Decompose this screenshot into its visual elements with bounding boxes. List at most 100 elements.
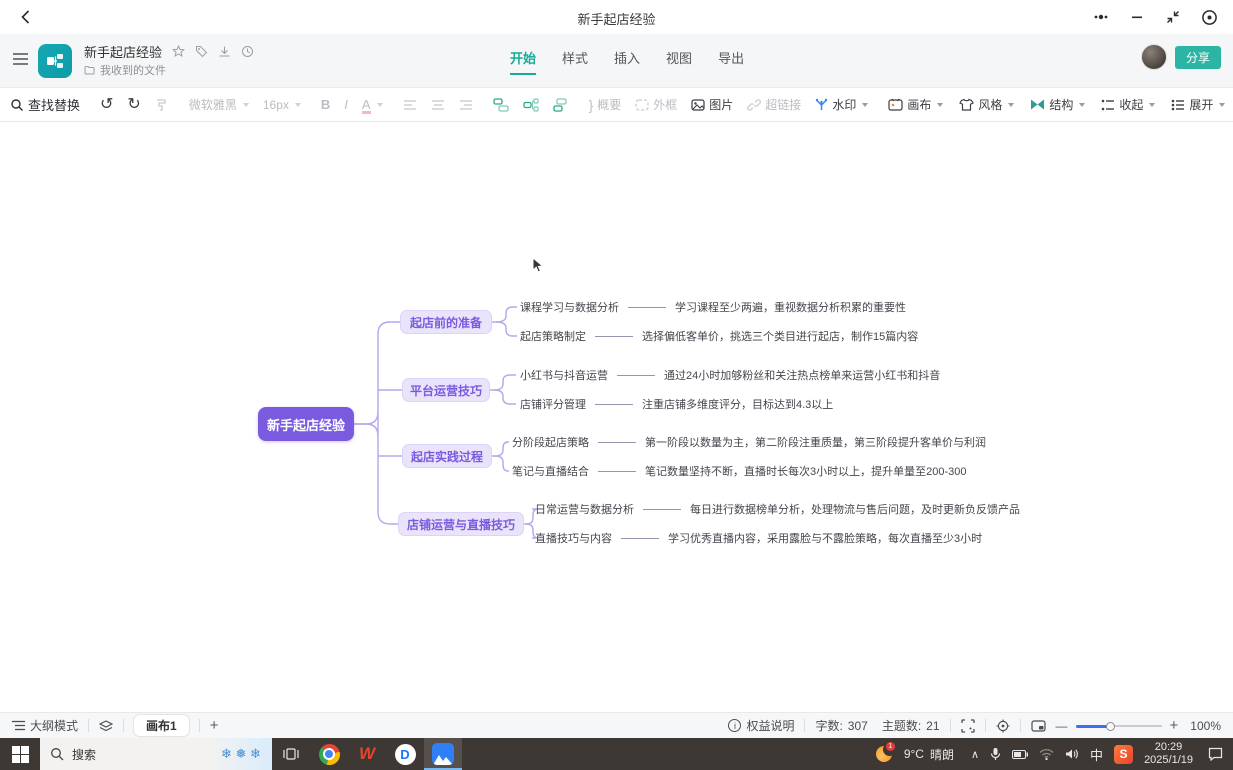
tab-style[interactable]: 样式: [562, 48, 588, 75]
mindmap-subtopic-row[interactable]: 小红书与抖音运营 通过24小时加够粉丝和关注热点榜单来运营小红书和抖音: [520, 367, 940, 383]
bold-button[interactable]: B: [321, 97, 330, 112]
zoom-slider[interactable]: [1076, 721, 1162, 731]
locate-center-icon[interactable]: [996, 719, 1010, 733]
mindmap-branch-node[interactable]: 平台运营技巧: [402, 378, 490, 402]
structure-menu-button[interactable]: 结构: [1030, 96, 1085, 113]
mindmap-subtopic-row[interactable]: 直播技巧与内容 学习优秀直播内容，采用露脸与不露脸策略，每次直播至少3小时: [535, 530, 982, 546]
more-options-icon[interactable]: [1091, 7, 1111, 27]
find-replace-button[interactable]: 查找替换: [10, 95, 80, 114]
mindmap-branch-node[interactable]: 店铺运营与直播技巧: [398, 512, 524, 536]
mindmap-branch-node[interactable]: 起店实践过程: [402, 444, 492, 468]
zoom-in-button[interactable]: +: [1170, 717, 1179, 734]
frame-button[interactable]: 外框: [635, 96, 677, 113]
subtopic-detail[interactable]: 学习课程至少两遍，重视数据分析积累的重要性: [675, 299, 906, 315]
font-size-select[interactable]: 16px: [263, 98, 301, 112]
user-avatar[interactable]: [1141, 44, 1167, 70]
wifi-icon[interactable]: [1039, 749, 1054, 760]
minimize-icon[interactable]: [1127, 7, 1147, 27]
align-left-icon[interactable]: [403, 99, 417, 111]
task-view-button[interactable]: [272, 738, 310, 770]
rights-info-button[interactable]: i 权益说明: [728, 717, 794, 734]
font-family-select[interactable]: 微软雅黑: [189, 96, 249, 113]
subtopic-label[interactable]: 小红书与抖音运营: [520, 367, 608, 383]
mindmap-subtopic-row[interactable]: 起店策略制定 选择偏低客单价，挑选三个类目进行起店，制作15篇内容: [520, 328, 918, 344]
subtopic-detail[interactable]: 学习优秀直播内容，采用露脸与不露脸策略，每次直播至少3小时: [668, 530, 982, 546]
ime-indicator[interactable]: 中: [1090, 745, 1103, 764]
tag-icon[interactable]: [195, 45, 208, 58]
history-icon[interactable]: [241, 45, 254, 58]
subtopic-label[interactable]: 店铺评分管理: [520, 396, 586, 412]
font-color-button[interactable]: A: [362, 97, 383, 112]
hyperlink-button[interactable]: 超链接: [747, 96, 801, 113]
share-button[interactable]: 分享: [1175, 46, 1221, 69]
subtopic-label[interactable]: 分阶段起店策略: [512, 434, 589, 450]
format-painter-icon[interactable]: [155, 98, 169, 112]
weather-widget-snowflakes[interactable]: ❄ ❅ ❄: [210, 738, 272, 770]
fit-screen-icon[interactable]: [961, 719, 975, 733]
collapse-menu-button[interactable]: 收起: [1101, 96, 1155, 113]
canvas-menu-button[interactable]: 画布: [888, 96, 943, 113]
record-target-icon[interactable]: [1199, 7, 1219, 27]
insert-child-topic-icon[interactable]: [523, 98, 539, 112]
subtopic-label[interactable]: 起店策略制定: [520, 328, 586, 344]
add-canvas-button[interactable]: +: [210, 717, 219, 734]
notification-center-icon[interactable]: [1208, 747, 1223, 761]
subtopic-label[interactable]: 课程学习与数据分析: [520, 299, 619, 315]
tab-export[interactable]: 导出: [718, 48, 744, 75]
mindmap-subtopic-row[interactable]: 课程学习与数据分析 学习课程至少两遍，重视数据分析积累的重要性: [520, 299, 906, 315]
subtopic-label[interactable]: 日常运营与数据分析: [535, 501, 634, 517]
summary-button[interactable]: }概要: [589, 96, 622, 113]
mindmap-root-node[interactable]: 新手起店经验: [258, 407, 354, 441]
start-button[interactable]: [0, 738, 40, 770]
weather-icon[interactable]: 1: [875, 745, 893, 763]
download-icon[interactable]: [218, 45, 231, 58]
subtopic-label[interactable]: 直播技巧与内容: [535, 530, 612, 546]
document-title[interactable]: 新手起店经验: [84, 42, 162, 61]
insert-sibling-topic-icon[interactable]: [493, 98, 509, 112]
taskbar-search-input[interactable]: 搜索 ❄ ❅ ❄: [40, 738, 272, 770]
mindmap-subtopic-row[interactable]: 分阶段起店策略 第一阶段以数量为主，第二阶段注重质量，第三阶段提升客单价与利润: [512, 434, 986, 450]
subtopic-detail[interactable]: 通过24小时加够粉丝和关注热点榜单来运营小红书和抖音: [664, 367, 940, 383]
zoom-out-button[interactable]: —: [1056, 719, 1068, 733]
image-button[interactable]: 图片: [691, 96, 733, 113]
folder-label[interactable]: 我收到的文件: [100, 62, 166, 78]
favorite-star-icon[interactable]: [172, 45, 185, 58]
mindmap-branch-node[interactable]: 起店前的准备: [400, 310, 492, 334]
align-center-icon[interactable]: [431, 99, 445, 111]
chrome-icon[interactable]: [310, 738, 348, 770]
subtopic-detail[interactable]: 第一阶段以数量为主，第二阶段注重质量，第三阶段提升客单价与利润: [645, 434, 986, 450]
undo-icon[interactable]: ↺: [100, 97, 113, 113]
mindmap-canvas[interactable]: 新手起店经验 起店前的准备 平台运营技巧 起店实践过程 店铺运营与直播技巧 课程…: [0, 122, 1233, 712]
tab-insert[interactable]: 插入: [614, 48, 640, 75]
mindmap-subtopic-row[interactable]: 店铺评分管理 注重店铺多维度评分，目标达到4.3以上: [520, 396, 833, 412]
menu-icon[interactable]: [12, 52, 29, 66]
subtopic-detail[interactable]: 每日进行数据榜单分析，处理物流与售后问题，及时更新负反馈产品: [690, 501, 1020, 517]
speaker-icon[interactable]: [1065, 748, 1079, 760]
layers-icon[interactable]: [99, 720, 113, 732]
taskbar-clock[interactable]: 20:29 2025/1/19: [1144, 741, 1193, 767]
battery-icon[interactable]: [1012, 750, 1028, 759]
subtopic-detail[interactable]: 笔记数量坚持不断，直播时长每次3小时以上，提升单量至200-300: [645, 463, 967, 479]
weather-temp[interactable]: 9°C: [904, 747, 924, 761]
outline-mode-button[interactable]: 大纲模式: [12, 717, 78, 734]
style-menu-button[interactable]: 风格: [959, 96, 1014, 113]
restore-window-icon[interactable]: [1163, 7, 1183, 27]
watermark-button[interactable]: 水印: [815, 96, 868, 113]
subtopic-label[interactable]: 笔记与直播结合: [512, 463, 589, 479]
mindmap-app-icon[interactable]: [424, 738, 462, 770]
subtopic-detail[interactable]: 注重店铺多维度评分，目标达到4.3以上: [642, 396, 833, 412]
microphone-icon[interactable]: [990, 747, 1001, 761]
dingtalk-icon[interactable]: D: [386, 738, 424, 770]
align-right-icon[interactable]: [459, 99, 473, 111]
canvas-tab[interactable]: 画布1: [134, 715, 189, 736]
redo-icon[interactable]: ↻: [127, 97, 140, 113]
tray-expand-icon[interactable]: ∧: [971, 748, 979, 761]
wps-icon[interactable]: W: [348, 738, 386, 770]
weather-desc[interactable]: 晴朗: [930, 746, 954, 763]
mindmap-subtopic-row[interactable]: 笔记与直播结合 笔记数量坚持不断，直播时长每次3小时以上，提升单量至200-30…: [512, 463, 967, 479]
expand-menu-button[interactable]: 展开: [1171, 96, 1225, 113]
mindmap-subtopic-row[interactable]: 日常运营与数据分析 每日进行数据榜单分析，处理物流与售后问题，及时更新负反馈产品: [535, 501, 1020, 517]
subtopic-detail[interactable]: 选择偏低客单价，挑选三个类目进行起店，制作15篇内容: [642, 328, 918, 344]
insert-parent-topic-icon[interactable]: [553, 98, 569, 112]
zoom-slider-knob[interactable]: [1106, 722, 1115, 731]
